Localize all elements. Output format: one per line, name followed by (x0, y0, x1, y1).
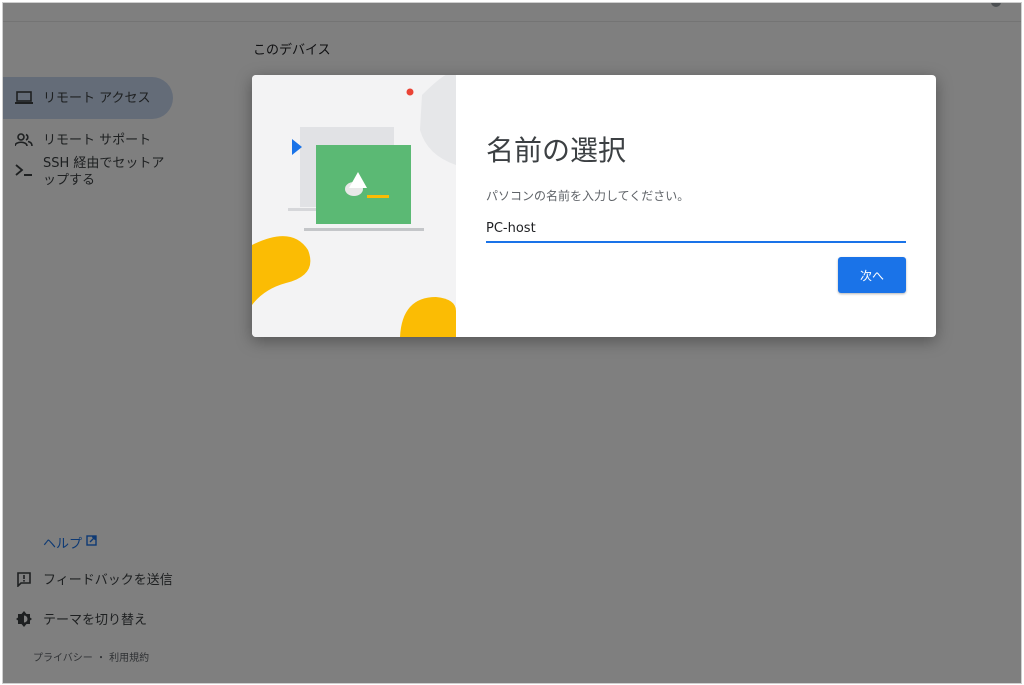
dialog-title: 名前の選択 (486, 134, 627, 167)
next-button[interactable]: 次へ (838, 257, 906, 293)
choose-name-dialog: 名前の選択 パソコンの名前を入力してください。 次へ (252, 75, 936, 337)
dialog-content: 名前の選択 パソコンの名前を入力してください。 次へ (486, 75, 908, 337)
app-window: このデバイス リモート アクセス リモート サポート SSH 経由でセットア ッ… (2, 2, 1022, 684)
dialog-description: パソコンの名前を入力してください。 (486, 189, 690, 203)
dialog-illustration (252, 75, 456, 337)
computer-name-input[interactable] (486, 215, 906, 243)
